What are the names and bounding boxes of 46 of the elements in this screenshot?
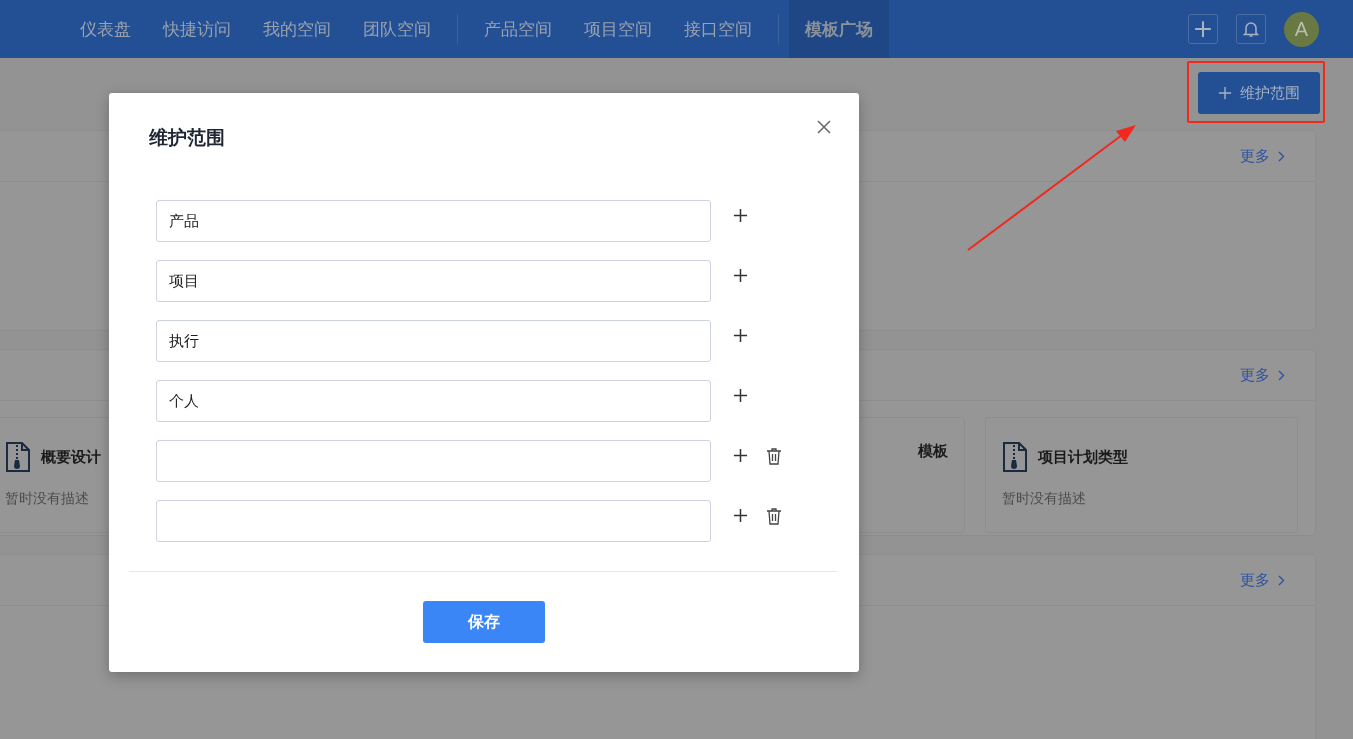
- add-icon[interactable]: [733, 267, 748, 283]
- zip-file-icon: [5, 442, 31, 472]
- scope-input-field[interactable]: [156, 500, 711, 542]
- scope-input-field[interactable]: 项目: [156, 260, 711, 302]
- nav-tab[interactable]: 产品空间: [468, 0, 568, 58]
- close-icon[interactable]: [817, 120, 831, 134]
- nav-tab[interactable]: 模板广场: [789, 0, 889, 58]
- chevron-right-icon: [1278, 574, 1285, 586]
- card-title: 概要设计: [41, 447, 101, 467]
- card-description: 暂时没有描述: [5, 490, 90, 508]
- plus-icon: [1218, 86, 1232, 100]
- scope-input-field[interactable]: 执行: [156, 320, 711, 362]
- nav-tab[interactable]: 项目空间: [568, 0, 668, 58]
- add-icon[interactable]: [733, 207, 748, 223]
- trash-icon[interactable]: [766, 447, 782, 465]
- add-icon[interactable]: [733, 327, 748, 343]
- add-icon[interactable]: [733, 387, 748, 403]
- modal-title: 维护范围: [149, 126, 225, 150]
- more-link[interactable]: 更多: [1240, 570, 1285, 590]
- scope-input-field[interactable]: 个人: [156, 380, 711, 422]
- add-icon[interactable]: [733, 447, 748, 463]
- nav-tab[interactable]: 仪表盘: [64, 0, 147, 58]
- scope-input-field[interactable]: 产品: [156, 200, 711, 242]
- notification-button[interactable]: [1236, 14, 1266, 44]
- nav-tab[interactable]: 团队空间: [347, 0, 447, 58]
- card-title: 项目计划类型: [1038, 447, 1128, 467]
- more-link[interactable]: 更多: [1240, 365, 1285, 385]
- nav-tab[interactable]: 快捷访问: [147, 0, 247, 58]
- save-button[interactable]: 保存: [423, 601, 545, 643]
- maintain-scope-button[interactable]: 维护范围: [1198, 72, 1320, 114]
- chevron-right-icon: [1278, 369, 1285, 381]
- trash-icon[interactable]: [766, 507, 782, 525]
- template-card[interactable]: 项目计划类型 暂时没有描述: [985, 417, 1298, 533]
- nav-tab[interactable]: 我的空间: [247, 0, 347, 58]
- chevron-right-icon: [1278, 150, 1285, 162]
- bell-icon: [1243, 20, 1259, 38]
- add-icon[interactable]: [733, 507, 748, 523]
- plus-icon: [1194, 20, 1212, 38]
- user-avatar[interactable]: A: [1284, 11, 1319, 47]
- nav-tab[interactable]: 接口空间: [668, 0, 768, 58]
- more-link[interactable]: 更多: [1240, 146, 1285, 166]
- add-button[interactable]: [1188, 14, 1218, 44]
- card-title: 模板: [918, 442, 948, 461]
- card-description: 暂时没有描述: [1002, 490, 1087, 508]
- scope-input-field[interactable]: [156, 440, 711, 482]
- zip-file-icon: [1002, 442, 1028, 472]
